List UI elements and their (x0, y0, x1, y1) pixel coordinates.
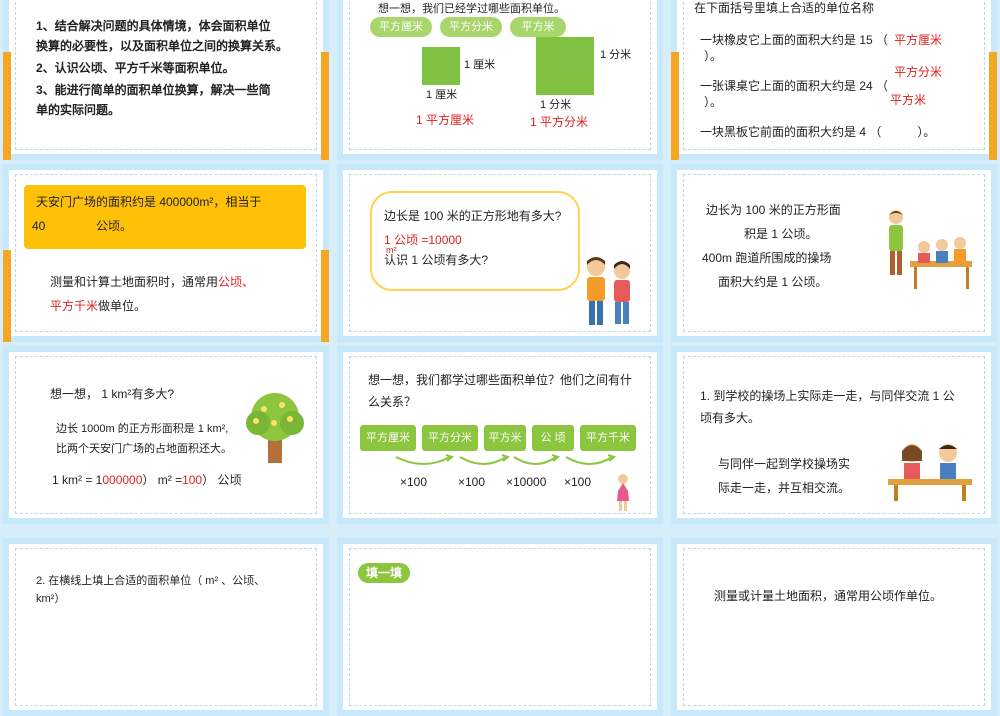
body-line: 比两个天安门广场的占地面积还大。 (56, 443, 232, 455)
orange-accent (3, 250, 11, 342)
question-line: 一块橡皮它上面的面积大约是 15 （ (700, 33, 889, 47)
area-label-dm2: 1 平方分米 (530, 115, 589, 129)
conversion-arrows-icon (395, 454, 617, 465)
task-line: 1. 到学校的操场上实际走一走，与同伴交流 1 公 (700, 389, 955, 403)
slide-grid: 1、结合解决问题的具体情境，体会面积单位 换算的必要性，以及面积单位之间的换算关… (0, 0, 1000, 716)
children-illustration-icon (587, 257, 630, 325)
orange-accent (989, 52, 997, 160)
bubble-question: 认识 1 公顷有多大? (384, 253, 489, 267)
question-line: 一块黑板它前面的面积大约是 4 （ ）。 (700, 125, 936, 139)
body-line: 400m 跑道所围成的操场 (702, 251, 832, 265)
task-line: 顷有多大。 (700, 411, 761, 425)
answer: 平方分米 (894, 65, 943, 79)
orange-accent (321, 52, 329, 160)
slide-3[interactable]: 在下面括号里填上合适的单位名称 一块橡皮它上面的面积大约是 15 （ 平方厘米 … (671, 0, 997, 160)
slide-content: 想一想，我们都学过哪些面积单位？他们之间有什 么关系？ 平方厘米 平方分米 平方… (349, 356, 651, 514)
slide-content: 2. 在横线上填上合适的面积单位（ m² 、公顷、 km²） (15, 548, 317, 706)
slide-6[interactable]: 边长为 100 米的正方形面 积是 1 公顷。 400m 跑道所围成的操场 面积… (671, 164, 997, 342)
side-label: 1 厘米 (464, 59, 496, 71)
slide-12[interactable]: 测量或计量土地面积，通常用公顷作单位。 (671, 538, 997, 716)
objective-line: 2、认识公顷、平方千米等面积单位。 (36, 61, 235, 75)
task-line: 2. 在横线上填上合适的面积单位（ m² 、公顷、 (36, 575, 266, 587)
objective-line: 换算的必要性，以及面积单位之间的换算关系。 (36, 39, 289, 53)
unit-pill-dm2: 平方分米 (440, 17, 502, 37)
body-line: 边长 1000m 的正方形面积是 1 km², (56, 423, 229, 435)
slide-content: 边长为 100 米的正方形面 积是 1 公顷。 400m 跑道所围成的操场 面积… (683, 174, 985, 332)
slide-1[interactable]: 1、结合解决问题的具体情境，体会面积单位 换算的必要性，以及面积单位之间的换算关… (3, 0, 329, 160)
slide-2[interactable]: 想一想，我们已经学过哪些面积单位。 平方厘米 平方分米 平方米 1 厘米 1 厘… (337, 0, 663, 160)
classroom-illustration-icon (889, 210, 972, 289)
rate-label: ×100 (564, 475, 592, 489)
square-dm2 (536, 37, 594, 95)
slide-5[interactable]: 边长是 100 米的正方形地有多大? 1 公顷 =10000 m² 认识 1 公… (337, 164, 663, 342)
answer: 平方厘米 (894, 33, 943, 47)
body-line: 面积大约是 1 公顷。 (718, 275, 828, 289)
tree-illustration-icon (246, 393, 304, 463)
slide-question: 么关系？ (368, 395, 417, 409)
body-line: 与同伴一起到学校操场实 (718, 457, 851, 471)
conversion-equation: 1 km² = 1000000） m² =100） 公顷 (52, 473, 242, 487)
side-label: 1 分米 (600, 49, 632, 61)
question-line: ）。 (704, 49, 723, 63)
area-label-cm2: 1 平方厘米 (416, 113, 475, 127)
unit-box-hectare: 公 顷 (532, 425, 574, 451)
slide-content: 在下面括号里填上合适的单位名称 一块橡皮它上面的面积大约是 15 （ 平方厘米 … (683, 0, 985, 150)
unit-box-dm2: 平方分米 (422, 425, 478, 451)
slide-content: 想一想， 1 km²有多大? 边长 1000m 的正方形面积是 1 km², 比… (15, 356, 317, 514)
slide-content: 边长是 100 米的正方形地有多大? 1 公顷 =10000 m² 认识 1 公… (349, 174, 651, 332)
slide-content: 填一填 (349, 548, 651, 706)
unit-pill-cm2: 平方厘米 (370, 17, 432, 37)
rate-label: ×10000 (506, 475, 547, 489)
square-cm2 (422, 47, 460, 85)
slide-question: 想一想， 1 km²有多大? (50, 387, 175, 401)
rate-label: ×100 (458, 475, 486, 489)
orange-accent (321, 250, 329, 342)
body-line: 际走一走，并互相交流。 (718, 481, 851, 495)
fill-in-tag: 填一填 (358, 563, 410, 583)
unit-box-km2: 平方千米 (580, 425, 636, 451)
body-line: 平方千米做单位。 (50, 299, 147, 313)
bubble-question: 边长是 100 米的正方形地有多大? (384, 209, 562, 223)
side-label: 1 厘米 (426, 89, 458, 101)
slide-content: 测量或计量土地面积，通常用公顷作单位。 (683, 548, 985, 706)
objective-line: 单的实际问题。 (36, 103, 121, 117)
body-line: 测量或计量土地面积，通常用公顷作单位。 (714, 589, 943, 603)
side-label: 1 分米 (540, 99, 572, 111)
card-line: 公顷。 (96, 219, 133, 233)
slide-content: 天安门广场的面积约是 400000m²，相当于 40 公顷。 测量和计算土地面积… (15, 174, 317, 332)
card-line: 40 (32, 219, 46, 233)
unit-pill-m2: 平方米 (510, 17, 566, 37)
slide-4[interactable]: 天安门广场的面积约是 400000m²，相当于 40 公顷。 测量和计算土地面积… (3, 164, 329, 342)
objective-line: 3、能进行简单的面积单位换算，解决一些简 (36, 83, 271, 97)
unit-box-cm2: 平方厘米 (360, 425, 416, 451)
orange-accent (671, 52, 679, 160)
slide-9[interactable]: 1. 到学校的操场上实际走一走，与同伴交流 1 公 顷有多大。 与同伴一起到学校… (671, 346, 997, 524)
question-line: 一张课桌它上面的面积大约是 24 （ (700, 79, 889, 93)
slide-question: 想一想，我们已经学过哪些面积单位。 (378, 3, 565, 15)
students-desk-illustration-icon (888, 444, 972, 501)
orange-accent (3, 52, 11, 160)
slide-11[interactable]: 填一填 (337, 538, 663, 716)
unit-box-m2: 平方米 (484, 425, 526, 451)
slide-content: 想一想，我们已经学过哪些面积单位。 平方厘米 平方分米 平方米 1 厘米 1 厘… (349, 0, 651, 150)
body-line: 边长为 100 米的正方形面 (706, 203, 841, 217)
body-line: 测量和计算土地面积时，通常用公顷、 (50, 275, 255, 289)
slide-10[interactable]: 2. 在横线上填上合适的面积单位（ m² 、公顷、 km²） (3, 538, 329, 716)
card-line: 天安门广场的面积约是 400000m²，相当于 (36, 195, 262, 209)
question-line: ）。 (704, 95, 723, 109)
slide-content: 1. 到学校的操场上实际走一走，与同伴交流 1 公 顷有多大。 与同伴一起到学校… (683, 356, 985, 514)
slide-content: 1、结合解决问题的具体情境，体会面积单位 换算的必要性，以及面积单位之间的换算关… (15, 0, 317, 150)
girl-illustration-icon (617, 474, 629, 511)
body-line: 积是 1 公顷。 (744, 227, 818, 241)
slide-question: 想一想，我们都学过哪些面积单位？他们之间有什 (368, 373, 633, 387)
rate-label: ×100 (400, 475, 428, 489)
answer: 平方米 (890, 93, 927, 107)
objective-line: 1、结合解决问题的具体情境，体会面积单位 (36, 19, 271, 33)
slide-7[interactable]: 想一想， 1 km²有多大? 边长 1000m 的正方形面积是 1 km², 比… (3, 346, 329, 524)
slide-8[interactable]: 想一想，我们都学过哪些面积单位？他们之间有什 么关系？ 平方厘米 平方分米 平方… (337, 346, 663, 524)
slide-title: 在下面括号里填上合适的单位名称 (694, 1, 875, 15)
